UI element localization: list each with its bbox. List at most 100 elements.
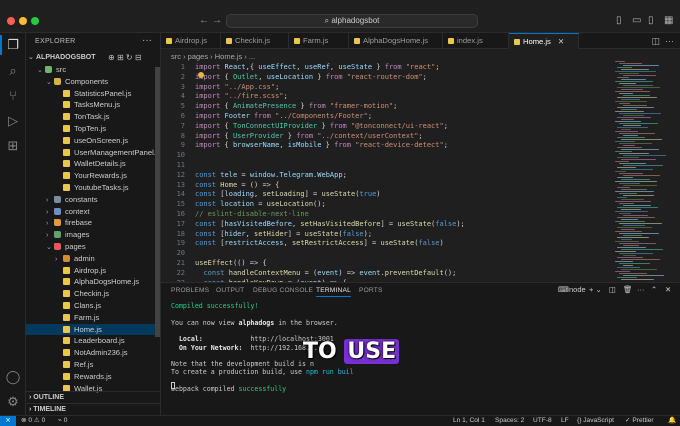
language-mode[interactable]: {} JavaScript [577,416,614,426]
file-item[interactable]: TonTask.js [26,111,160,123]
file-item[interactable]: TopTen.js [26,123,160,135]
folder-item[interactable]: › context [26,206,160,218]
new-folder-icon[interactable]: ⊞ [117,53,124,62]
lightbulb-icon[interactable] [198,72,204,78]
search-icon[interactable]: ⌕ [5,63,21,79]
cursor-position[interactable]: Ln 1, Col 1 [453,416,485,426]
file-item[interactable]: Clans.js [26,300,160,312]
forward-arrow-icon[interactable]: → [212,15,222,26]
toggle-secondary-sidebar-icon[interactable]: ▯ [648,15,654,26]
folder-item[interactable]: › constants [26,194,160,206]
account-icon[interactable]: ◯ [5,369,21,385]
javascript-file-icon [354,38,360,44]
split-terminal-icon[interactable]: ◫ [609,285,616,294]
code-text: // eslint-disable-next-line [195,210,309,220]
encoding[interactable]: UTF-8 [533,416,552,426]
file-item[interactable]: Airdrop.js [26,265,160,277]
folder-item[interactable]: ⌄ src [26,64,160,76]
panel-tab-terminal[interactable]: TERMINAL [316,287,351,297]
panel-tab-debug-console[interactable]: DEBUG CONSOLE [253,287,313,294]
indentation[interactable]: Spaces: 2 [495,416,524,426]
panel-tab-problems[interactable]: PROBLEMS [171,287,209,294]
more-actions-icon[interactable]: ··· [665,36,674,46]
panel-tab-output[interactable]: OUTPUT [216,287,244,294]
collapse-all-icon[interactable]: ⊟ [135,53,142,62]
file-item[interactable]: YoutubeTasks.js [26,182,160,194]
close-tab-icon[interactable]: ✕ [558,37,564,46]
remote-icon[interactable]: ⨯ [0,416,16,426]
minimap[interactable] [613,61,673,281]
file-item[interactable]: Farm.js [26,312,160,324]
code-token: , [279,141,288,150]
file-item[interactable]: Leaderboard.js [26,335,160,347]
maximize-panel-icon[interactable]: ⌃ [651,285,657,294]
code-token: "react-device-detect" [355,141,444,150]
code-token: = [237,170,250,179]
javascript-file-icon [63,266,70,274]
extensions-icon[interactable]: ⊞ [5,138,21,154]
file-item[interactable]: Rewards.js [26,371,160,383]
terminal-name[interactable]: node [569,285,586,294]
run-debug-icon[interactable]: ▷ [5,113,21,129]
file-item[interactable]: AlphaDogsHome.js [26,276,160,288]
back-arrow-icon[interactable]: ← [199,15,209,26]
file-item[interactable]: Home.js [26,323,160,336]
file-item[interactable]: useOnScreen.js [26,135,160,147]
more-actions-icon[interactable]: ··· [142,35,152,46]
tab-airdrop-js[interactable]: Airdrop.js [161,33,221,49]
new-terminal-icon[interactable]: + ⌄ [589,285,602,294]
source-control-icon[interactable]: ⑂ [5,88,21,104]
timeline-section[interactable]: › TIMELINE [26,403,160,415]
explorer-scrollbar[interactable] [155,67,160,337]
formatter-status[interactable]: ✓ Prettier [625,416,654,426]
new-file-icon[interactable]: ⊕ [108,53,115,62]
files-icon[interactable]: ❐ [5,37,21,53]
tab-checkin-js[interactable]: Checkin.js [221,33,289,49]
folder-item[interactable]: › firebase [26,217,160,229]
file-item[interactable]: WalletDetails.js [26,158,160,170]
split-editor-icon[interactable]: ◫ [651,36,660,46]
toggle-panel-icon[interactable]: ▭ [632,15,641,26]
tab-home-js[interactable]: Home.js ✕ [509,33,579,49]
breadcrumb[interactable]: src › pages › Home.js › ... [171,52,255,61]
tab-alphadogshome-js[interactable]: AlphaDogsHome.js [349,33,443,49]
settings-gear-icon[interactable]: ⚙ [5,394,21,410]
more-actions-icon[interactable]: ··· [637,285,645,294]
folder-item[interactable]: › images [26,229,160,241]
file-item[interactable]: TasksMenu.js [26,99,160,111]
tab-farm-js[interactable]: Farm.js [289,33,349,49]
folder-item[interactable]: ⌄ pages [26,241,160,253]
customize-layout-icon[interactable]: ▦ [664,15,673,26]
notifications-icon[interactable]: 🔔 [668,416,676,426]
folder-icon [54,195,61,203]
tab-label: index.js [457,36,483,45]
code-token: , [258,72,267,81]
code-text: import React,{ useEffect, useRef, useSta… [195,63,440,73]
command-center-search[interactable]: ⌕ alphadogsbot [226,14,478,28]
tree-item-label: UserManagementPanel.js [74,147,161,157]
file-item[interactable]: YourRewards.js [26,170,160,182]
line-ending[interactable]: LF [561,416,569,426]
file-item[interactable]: StatisticsPanel.js [26,88,160,100]
file-item[interactable]: NotAdmin236.js [26,347,160,359]
refresh-icon[interactable]: ↻ [126,53,133,62]
close-panel-icon[interactable]: ✕ [665,285,671,294]
file-item[interactable]: Ref.js [26,359,160,371]
maximize-window-button[interactable] [31,17,39,25]
close-window-button[interactable] [7,17,15,25]
minimize-window-button[interactable] [19,17,27,25]
code-line: 22 const handleContextMenu = (event) => … [161,269,611,279]
folder-item[interactable]: › admin [26,253,160,265]
file-item[interactable]: UserManagementPanel.js [26,147,161,159]
problems-count[interactable]: ⊗ 0 ⚠ 0 [21,416,45,426]
toggle-sidebar-icon[interactable]: ▯ [616,15,622,26]
file-item[interactable]: Checkin.js [26,288,160,300]
kill-terminal-icon[interactable]: 🗑 [623,285,633,294]
panel-tab-ports[interactable]: PORTS [359,287,383,294]
terminal-text: Compiled successfully! [171,302,259,310]
folder-item[interactable]: ⌄ Components [26,76,160,88]
ports-count[interactable]: ⌁ 0 [58,416,67,426]
code-token: false [342,229,364,238]
outline-section[interactable]: › OUTLINE [26,391,160,403]
tab-index-js[interactable]: index.js [443,33,509,49]
